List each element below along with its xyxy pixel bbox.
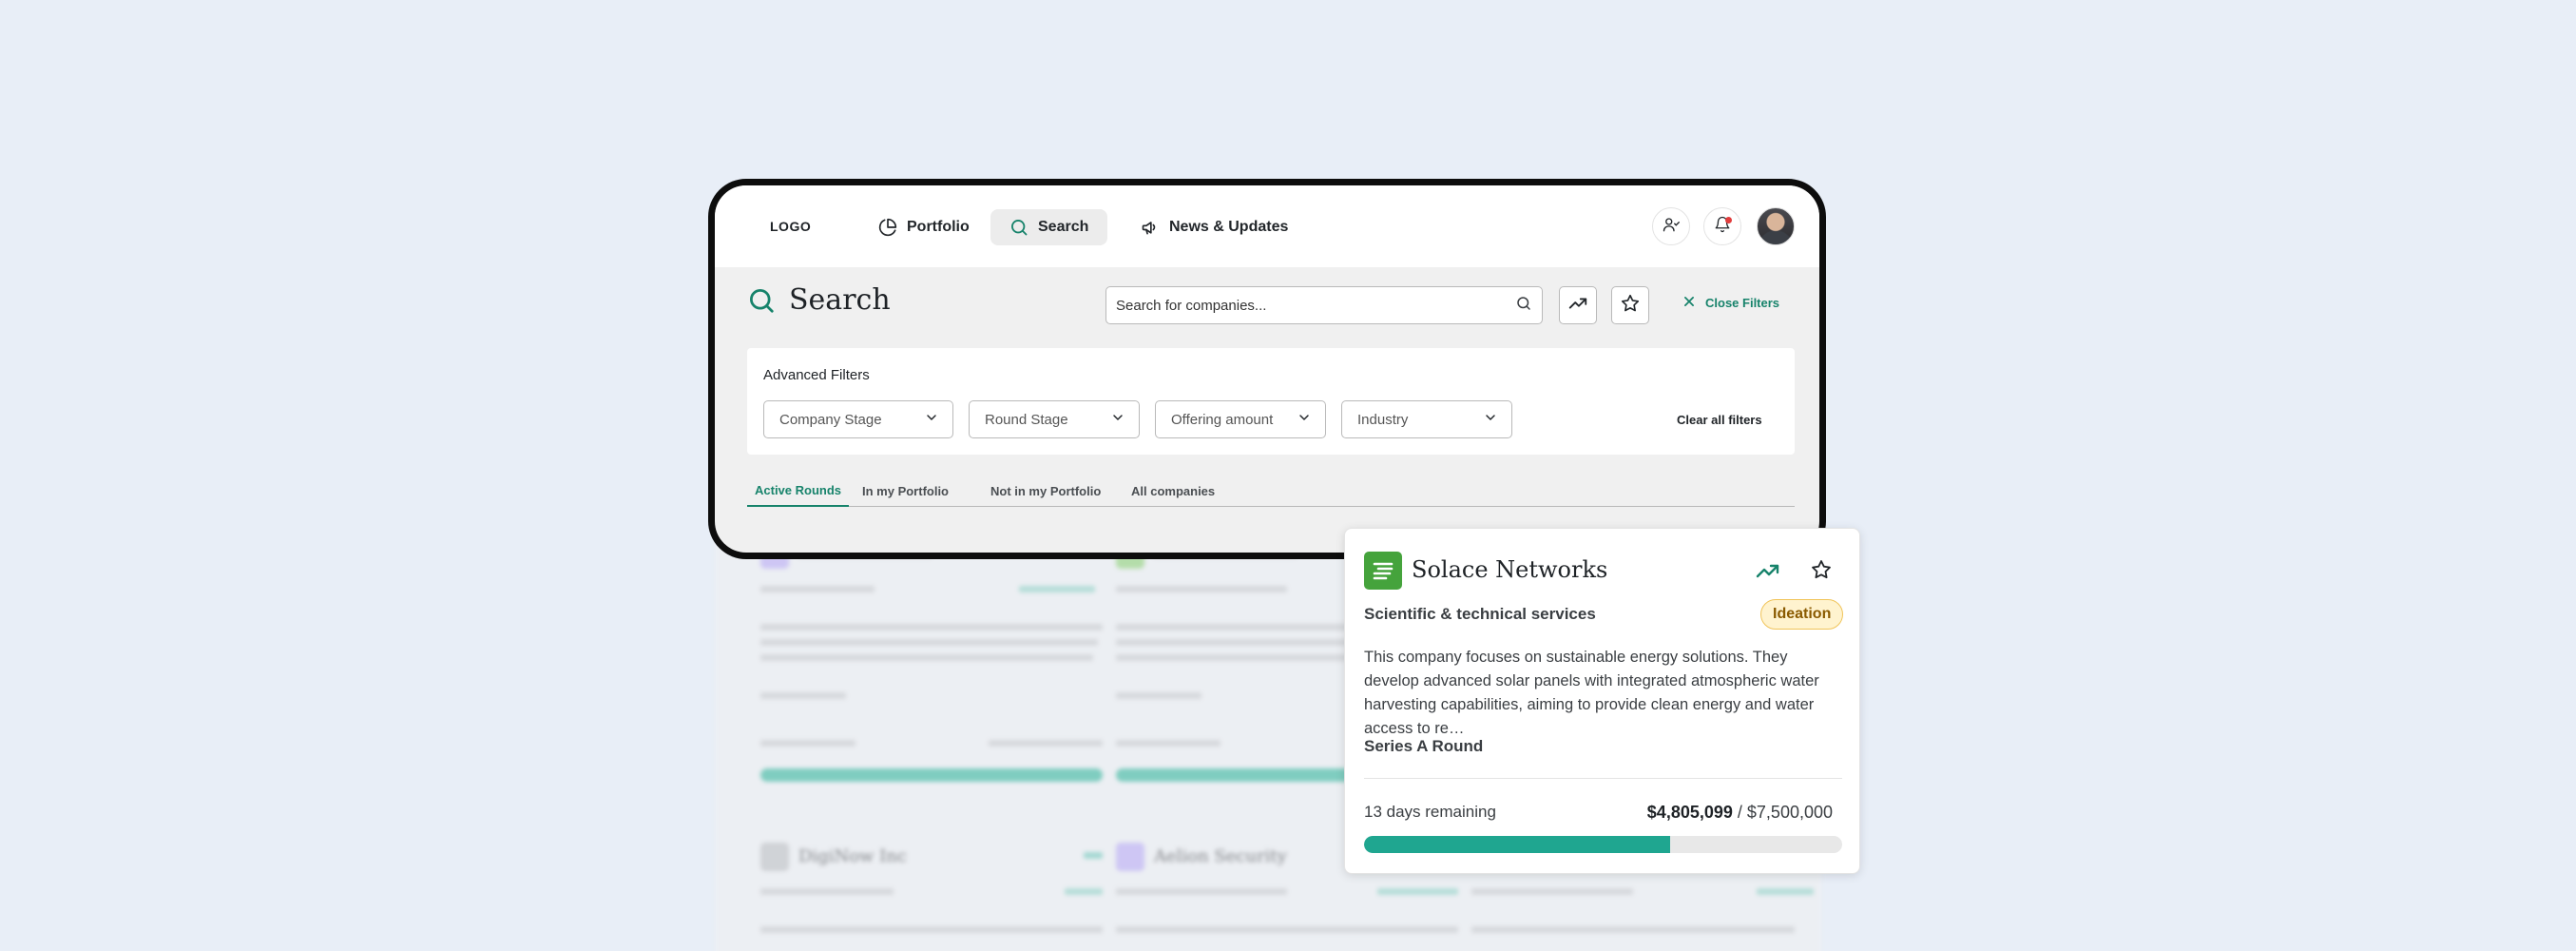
trending-button[interactable] xyxy=(1559,286,1597,324)
advanced-filters-title: Advanced Filters xyxy=(763,367,870,383)
offering-amount-dropdown[interactable]: Offering amount xyxy=(1155,400,1326,438)
page-title-text: Search xyxy=(789,283,891,317)
pie-chart-icon xyxy=(878,218,897,237)
chevron-down-icon xyxy=(1297,410,1312,429)
device-frame: LOGO Portfolio Search News & Updates Sea… xyxy=(708,179,1826,559)
industry-dropdown[interactable]: Industry xyxy=(1341,400,1512,438)
company-industry: Scientific & technical services xyxy=(1364,605,1596,623)
stage-badge: Ideation xyxy=(1760,599,1844,630)
logo[interactable]: LOGO xyxy=(770,219,811,234)
raised-amounts: $4,805,099 / $7,500,000 xyxy=(1647,803,1833,823)
dropdown-label: Round Stage xyxy=(985,411,1068,428)
megaphone-icon xyxy=(1141,218,1160,237)
notifications-button[interactable] xyxy=(1703,207,1741,245)
trending-up-icon xyxy=(1567,293,1588,319)
company-logo xyxy=(760,843,789,871)
company-name: Solace Networks xyxy=(1412,556,1608,583)
amount-separator: / xyxy=(1732,803,1747,822)
funding-progress-bar xyxy=(1364,836,1842,853)
close-filters-label: Close Filters xyxy=(1705,296,1780,310)
chevron-down-icon xyxy=(924,410,939,429)
close-icon xyxy=(1682,295,1696,311)
tab-in-my-portfolio[interactable]: In my Portfolio xyxy=(855,475,956,507)
divider xyxy=(1364,778,1842,779)
dropdown-label: Offering amount xyxy=(1171,411,1274,428)
avatar[interactable] xyxy=(1757,207,1795,245)
result-tabs: Active Rounds In my Portfolio Not in my … xyxy=(747,475,1795,507)
company-name: DigiNow Inc xyxy=(798,846,907,866)
nav-item-label: Portfolio xyxy=(907,219,970,235)
star-icon xyxy=(1620,293,1641,319)
users-button[interactable] xyxy=(1652,207,1690,245)
chevron-down-icon xyxy=(1483,410,1498,429)
company-card-popup[interactable]: Solace Networks Scientific & technical s… xyxy=(1344,528,1860,874)
days-remaining: 13 days remaining xyxy=(1364,803,1496,821)
tab-active-rounds[interactable]: Active Rounds xyxy=(747,475,850,507)
notification-dot xyxy=(1725,217,1732,223)
target-amount: $7,500,000 xyxy=(1746,803,1833,822)
close-filters-button[interactable]: Close Filters xyxy=(1682,295,1779,311)
search-icon[interactable] xyxy=(1515,295,1532,317)
advanced-filters-panel: Advanced Filters Company Stage Round Sta… xyxy=(747,348,1795,455)
dropdown-label: Company Stage xyxy=(779,411,882,428)
tab-not-in-my-portfolio[interactable]: Not in my Portfolio xyxy=(983,475,1108,507)
company-logo xyxy=(1116,843,1144,871)
company-description: This company focuses on sustainable ener… xyxy=(1364,649,1819,737)
page-title: Search xyxy=(747,283,891,317)
company-logo xyxy=(1364,552,1402,590)
top-navbar: LOGO Portfolio Search News & Updates xyxy=(715,185,1819,267)
nav-item-label: News & Updates xyxy=(1169,219,1289,235)
search-icon xyxy=(747,286,776,315)
nav-item-news[interactable]: News & Updates xyxy=(1122,209,1307,245)
nav-item-search[interactable]: Search xyxy=(990,209,1108,245)
chevron-down-icon xyxy=(1110,410,1125,429)
raised-amount: $4,805,099 xyxy=(1646,803,1733,822)
round-name: Series A Round xyxy=(1364,737,1484,755)
star-icon[interactable] xyxy=(1810,558,1833,586)
nav-item-label: Search xyxy=(1038,219,1089,235)
search-input[interactable] xyxy=(1116,297,1515,314)
tab-all-companies[interactable]: All companies xyxy=(1124,475,1222,507)
favorites-button[interactable] xyxy=(1611,286,1649,324)
funding-progress-fill xyxy=(1364,836,1670,853)
dropdown-label: Industry xyxy=(1357,411,1409,428)
company-name: Aelion Security xyxy=(1154,846,1287,866)
trending-up-icon[interactable] xyxy=(1756,561,1780,585)
nav-item-portfolio[interactable]: Portfolio xyxy=(859,209,989,245)
clear-all-filters-button[interactable]: Clear all filters xyxy=(1677,413,1762,427)
search-input-box[interactable] xyxy=(1105,286,1543,324)
company-stage-dropdown[interactable]: Company Stage xyxy=(763,400,953,438)
search-icon xyxy=(1009,218,1028,237)
users-icon xyxy=(1663,216,1680,238)
round-stage-dropdown[interactable]: Round Stage xyxy=(969,400,1140,438)
